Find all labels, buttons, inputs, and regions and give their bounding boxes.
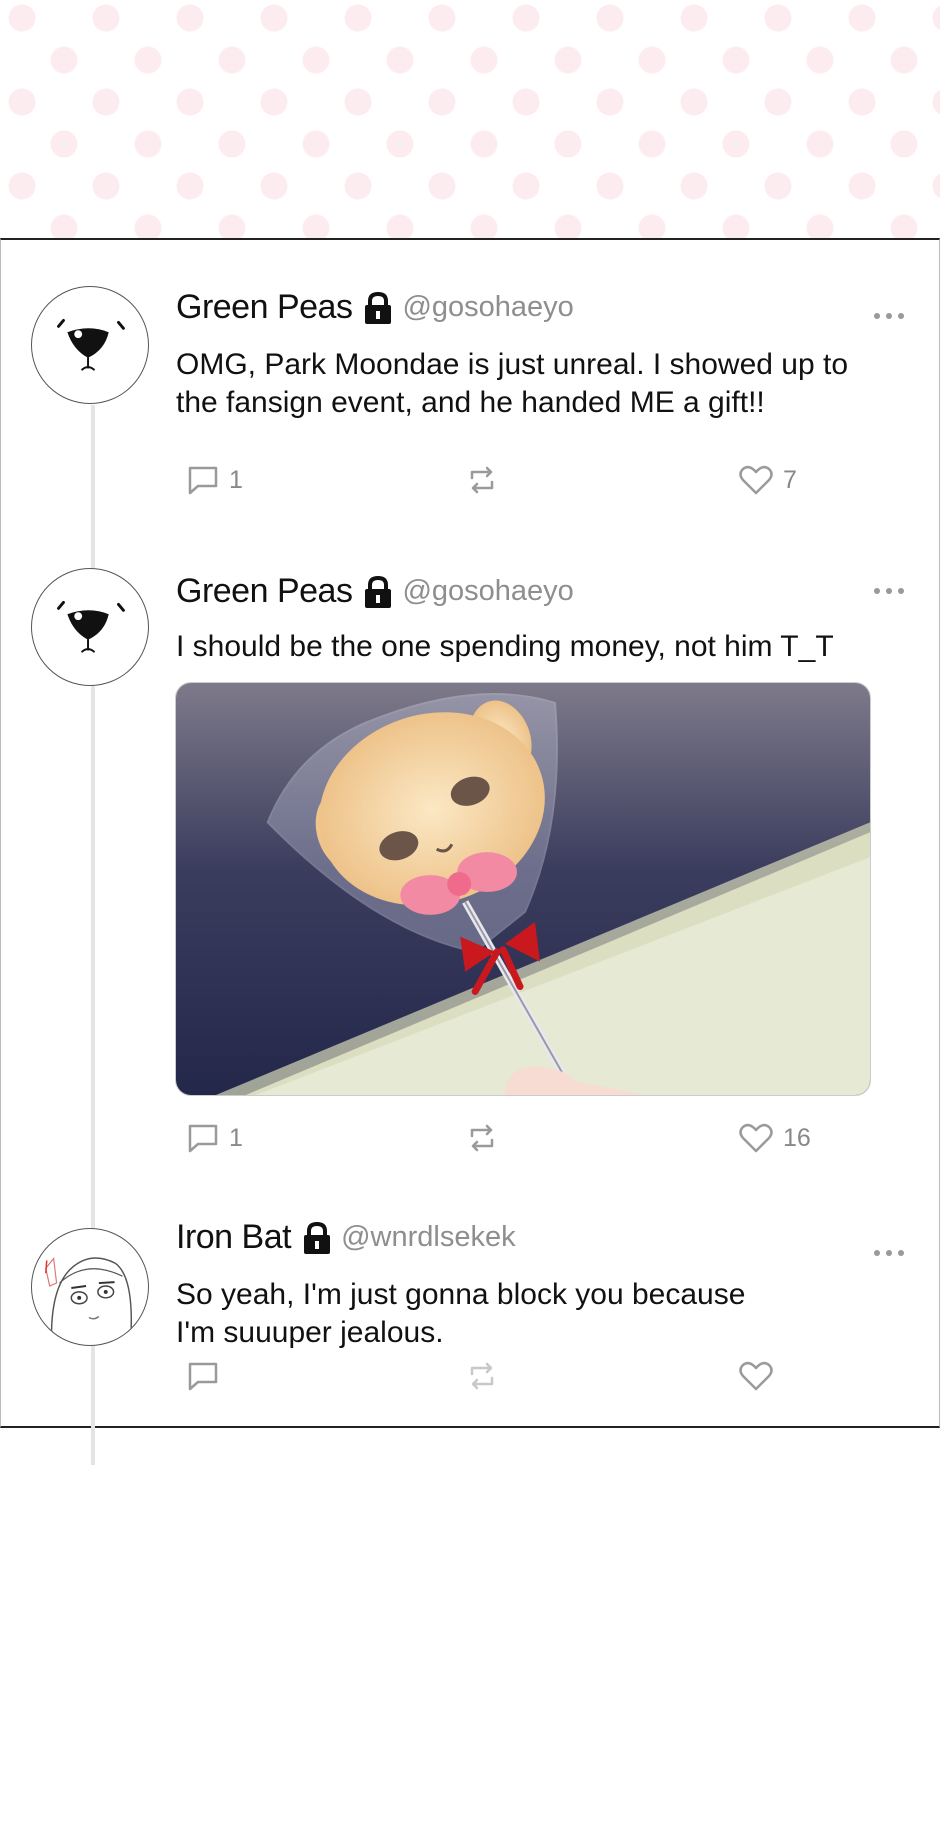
display-name[interactable]: Green Peas xyxy=(176,572,353,611)
more-options-icon[interactable] xyxy=(874,585,904,597)
reply-icon xyxy=(188,1362,218,1391)
like-button[interactable]: 16 xyxy=(739,1118,811,1158)
retweet-button[interactable] xyxy=(467,1118,507,1158)
heart-icon xyxy=(739,1361,773,1391)
retweet-icon xyxy=(470,466,494,494)
tweet-1-header: Green Peas @gosohaeyo xyxy=(176,288,574,327)
display-name[interactable]: Green Peas xyxy=(176,288,353,327)
like-count: 7 xyxy=(783,465,797,494)
heart-icon xyxy=(739,465,773,495)
reply-button[interactable]: 1 xyxy=(187,460,243,500)
tweet-2-header: Green Peas @gosohaeyo xyxy=(176,572,574,611)
more-options-icon[interactable] xyxy=(874,1247,904,1259)
more-options-icon[interactable] xyxy=(874,310,904,322)
tweet-text-line: I'm suuuper jealous. xyxy=(176,1316,444,1349)
lock-icon xyxy=(362,291,394,325)
user-handle[interactable]: @wnrdlsekek xyxy=(341,1221,516,1254)
retweet-icon xyxy=(470,1362,494,1390)
tweet-2-text: I should be the one spending money, not … xyxy=(176,628,896,666)
reply-icon xyxy=(188,1124,218,1153)
tweet-1-actions: 1 7 xyxy=(187,460,807,500)
tweet-text-line: So yeah, I'm just gonna block you becaus… xyxy=(176,1278,746,1311)
lock-icon xyxy=(301,1221,333,1255)
avatar-green-peas[interactable] xyxy=(31,286,149,404)
user-handle[interactable]: @gosohaeyo xyxy=(402,291,573,324)
retweet-button[interactable] xyxy=(467,460,507,500)
lock-icon xyxy=(362,575,394,609)
tweet-text-line: I should be the one spending money, not … xyxy=(176,630,834,663)
sketch-face-avatar-icon xyxy=(45,1257,133,1345)
like-button[interactable]: 7 xyxy=(739,460,797,500)
reply-button[interactable] xyxy=(187,1356,219,1396)
retweet-button[interactable] xyxy=(467,1356,497,1396)
heart-icon xyxy=(739,1123,773,1153)
avatar-green-peas[interactable] xyxy=(31,568,149,686)
tweet-text-line: the fansign event, and he handed ME a gi… xyxy=(176,386,765,419)
tweet-text-line: OMG, Park Moondae is just unreal. I show… xyxy=(176,348,848,381)
tweet-3-text: So yeah, I'm just gonna block you becaus… xyxy=(176,1276,896,1352)
tweet-3-actions xyxy=(187,1356,807,1396)
reply-button[interactable]: 1 xyxy=(187,1118,243,1158)
tweet-3-header: Iron Bat @wnrdlsekek xyxy=(176,1218,516,1257)
reply-count: 1 xyxy=(229,465,243,494)
tweet-2-actions: 1 16 xyxy=(187,1118,811,1158)
like-count: 16 xyxy=(783,1123,811,1152)
display-name[interactable]: Iron Bat xyxy=(176,1218,292,1257)
polka-dot-banner xyxy=(0,0,940,238)
retweet-icon xyxy=(470,1124,494,1152)
dog-nose-avatar-icon xyxy=(57,600,125,653)
like-button[interactable] xyxy=(739,1356,773,1396)
dog-nose-avatar-icon xyxy=(57,318,125,371)
tweet-thread: Green Peas @gosohaeyo OMG, Park Moondae … xyxy=(0,238,940,1465)
reply-icon xyxy=(188,466,218,495)
tweet-1-text: OMG, Park Moondae is just unreal. I show… xyxy=(176,346,896,422)
avatar-iron-bat[interactable] xyxy=(31,1228,149,1346)
user-handle[interactable]: @gosohaeyo xyxy=(402,575,573,608)
tweet-media-image-lollipop[interactable] xyxy=(175,682,871,1096)
reply-count: 1 xyxy=(229,1123,243,1152)
